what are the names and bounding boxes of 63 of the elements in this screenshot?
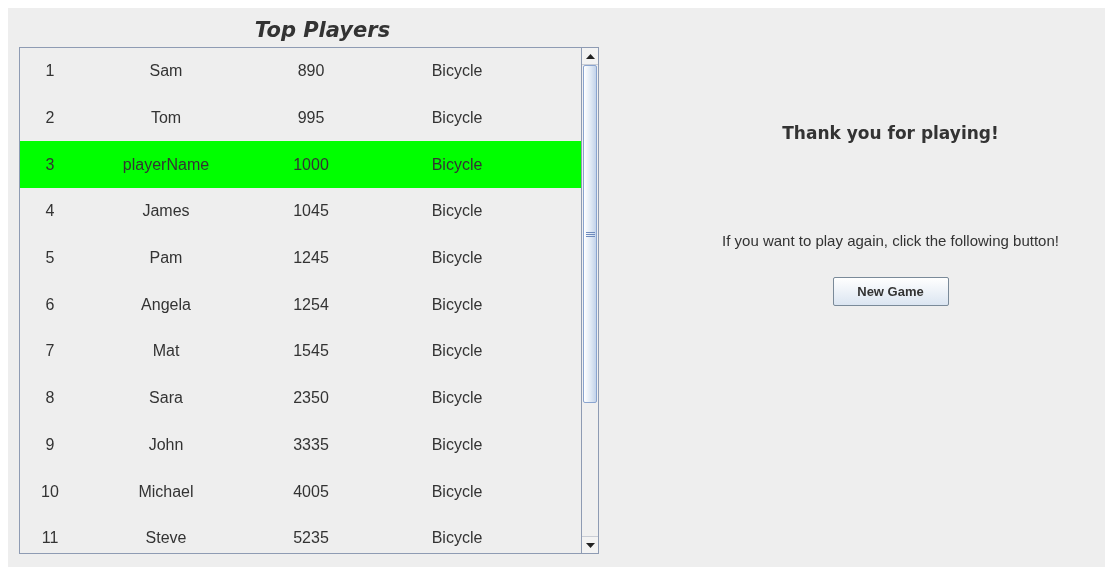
table-cell: 2: [45, 109, 55, 128]
table-cell: Bicycle: [431, 529, 483, 548]
table-cell: 5235: [293, 529, 329, 548]
table-cell: 1045: [293, 202, 329, 221]
table-cell: Bicycle: [431, 202, 483, 221]
table-cell: 4: [45, 202, 55, 221]
table-row[interactable]: 5 Pam 1245 Bicycle: [20, 234, 581, 282]
table-cell: Bicycle: [431, 342, 483, 361]
table-cell: Bicycle: [431, 295, 483, 314]
thank-you-heading: Thank you for playing!: [782, 123, 999, 143]
table-cell: Steve: [145, 529, 187, 548]
table-cell: 5: [45, 249, 55, 268]
play-again-message: If you want to play again, click the following button!: [722, 232, 1059, 249]
table-cell: 3: [45, 155, 55, 174]
table-cell: 8: [45, 389, 55, 408]
table-cell: Sam: [149, 62, 183, 81]
table-cell: James: [142, 202, 190, 221]
table-cell: 3335: [293, 435, 329, 454]
table-cell: Bicycle: [431, 435, 483, 454]
table-row[interactable]: 2 Tom 995 Bicycle: [20, 94, 581, 142]
table-cell: Sara: [149, 389, 183, 408]
table-row[interactable]: 3 playerName 1000 Bicycle: [20, 141, 581, 189]
table-row[interactable]: 6 Angela 1254 Bicycle: [20, 281, 581, 329]
table-cell: Bicycle: [431, 249, 483, 268]
table-cell: Tom: [150, 109, 182, 128]
table-cell: 1545: [293, 342, 329, 361]
table-cell: 7: [45, 342, 55, 361]
new-game-button[interactable]: New Game: [832, 277, 949, 306]
table-cell: 10: [41, 482, 59, 501]
table-cell: 6: [45, 295, 55, 314]
table-cell: 1245: [293, 249, 329, 268]
table-cell: 11: [41, 529, 59, 548]
table-cell: playerName: [122, 155, 210, 174]
table-row[interactable]: 10 Michael 4005 Bicycle: [20, 468, 581, 515]
table-cell: 890: [297, 62, 325, 81]
table-cell: 1000: [293, 155, 329, 174]
table-cell: 995: [297, 109, 325, 128]
table-cell: 1: [45, 62, 55, 81]
table-cell: 2350: [293, 389, 329, 408]
table-cell: Pam: [149, 249, 183, 268]
table-cell: Bicycle: [431, 155, 483, 174]
scroll-down-icon[interactable]: [585, 542, 595, 548]
table-cell: 1254: [293, 295, 329, 314]
table-cell: Bicycle: [431, 482, 483, 501]
table-cell: Mat: [152, 342, 180, 361]
table-cell: Michael: [138, 482, 194, 501]
scroll-up-icon[interactable]: [585, 53, 595, 59]
table-cell: Bicycle: [431, 389, 483, 408]
grip-icon[interactable]: [585, 231, 595, 237]
table-row[interactable]: 7 Mat 1545 Bicycle: [20, 328, 581, 375]
table-cell: Angela: [141, 295, 191, 314]
table-row[interactable]: 8 Sara 2350 Bicycle: [20, 374, 581, 422]
leaderboard-title: Top Players: [254, 18, 391, 44]
table-row[interactable]: 9 John 3335 Bicycle: [20, 421, 581, 469]
table-row[interactable]: 11 Steve 5235 Bicycle: [20, 514, 581, 553]
table-cell: Bicycle: [431, 62, 483, 81]
table-cell: 4005: [293, 482, 329, 501]
table-cell: Bicycle: [431, 109, 483, 128]
table-cell: 9: [45, 435, 55, 454]
table-row[interactable]: 1 Sam 890 Bicycle: [20, 48, 581, 95]
scrollbar[interactable]: [581, 48, 598, 553]
table-row[interactable]: 4 James 1045 Bicycle: [20, 188, 581, 235]
table-cell: John: [148, 435, 184, 454]
